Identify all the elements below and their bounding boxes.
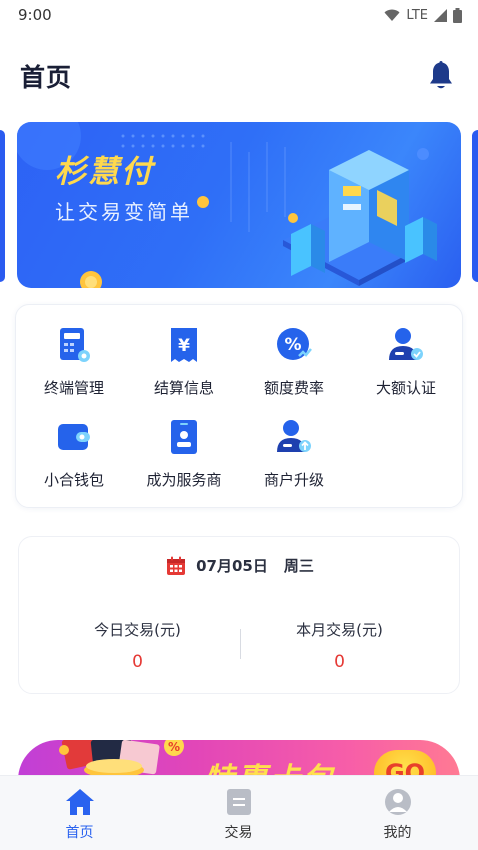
nav-item-transaction[interactable]: 交易 (159, 776, 318, 850)
bell-icon[interactable] (428, 61, 454, 91)
calendar-icon (167, 556, 186, 575)
home-screen: 9:00 LTE 首页 杉慧付 让交易变简单 终端管理 ¥ 结算信息 % 额度费… (0, 0, 478, 850)
date-row: 07月05日 周三 (19, 555, 461, 576)
menu-label: 结算信息 (153, 379, 214, 397)
status-icons: LTE (384, 7, 462, 23)
menu-label: 商户升级 (263, 471, 324, 489)
stats-weekday: 周三 (283, 557, 314, 575)
status-time: 9:00 (18, 6, 52, 24)
nav-label-profile: 我的 (383, 825, 412, 841)
nav-item-home[interactable]: 首页 (0, 776, 159, 850)
network-label: LTE (406, 7, 428, 23)
menu-label: 小合钱包 (43, 471, 104, 489)
page-title: 首页 (20, 63, 73, 92)
bottom-navigation: 首页 交易 我的 (0, 775, 478, 850)
nav-label-transaction: 交易 (224, 825, 253, 841)
banner-subtitle: 让交易变简单 (55, 200, 193, 224)
signal-icon (434, 8, 447, 22)
svg-text:¥: ¥ (178, 336, 190, 356)
menu-item-upgrade[interactable]: 商户升级 (238, 417, 350, 497)
app-header: 首页 (0, 46, 478, 106)
home-icon (65, 789, 94, 815)
menu-label: 终端管理 (43, 379, 104, 397)
svg-text:%: % (168, 740, 180, 754)
menu-item-settlement[interactable]: ¥ 结算信息 (128, 325, 240, 405)
today-stat: 今日交易(元) 0 (27, 619, 248, 672)
wifi-icon (384, 9, 400, 21)
banner-next-peek[interactable] (472, 130, 478, 282)
menu-label: 额度费率 (263, 379, 324, 397)
provider-icon (164, 417, 204, 457)
menu-item-rate[interactable]: % 额度费率 (238, 325, 350, 405)
battery-icon (453, 7, 462, 23)
upgrade-icon (274, 417, 314, 457)
terminal-icon (54, 325, 94, 365)
today-value: 0 (132, 652, 143, 672)
today-label: 今日交易(元) (94, 621, 181, 639)
month-value: 0 (334, 652, 345, 672)
isometric-city-illustration (283, 148, 437, 286)
status-bar: 9:00 LTE (0, 0, 478, 30)
settlement-icon: ¥ (164, 325, 204, 365)
quick-menu-card: 终端管理 ¥ 结算信息 % 额度费率 大额认证 小合钱包 成为服务商 商户升级 (15, 304, 463, 508)
menu-item-verify[interactable]: 大额认证 (350, 325, 462, 405)
verify-icon (386, 325, 426, 365)
menu-label: 成为服务商 (146, 471, 222, 489)
rate-icon: % (274, 325, 314, 365)
month-label: 本月交易(元) (296, 621, 383, 639)
month-stat: 本月交易(元) 0 (229, 619, 450, 672)
banner-title: 杉慧付 (55, 154, 154, 190)
nav-label-home: 首页 (65, 825, 94, 841)
svg-text:%: % (284, 335, 301, 355)
wallet-icon (54, 417, 94, 457)
menu-item-wallet[interactable]: 小合钱包 (18, 417, 130, 497)
menu-label: 大额认证 (375, 379, 436, 397)
menu-item-provider[interactable]: 成为服务商 (128, 417, 240, 497)
stats-date: 07月05日 (196, 557, 268, 575)
transaction-stats-card: 07月05日 周三 今日交易(元) 0 本月交易(元) 0 (18, 536, 460, 694)
menu-item-terminal[interactable]: 终端管理 (18, 325, 130, 405)
transaction-icon (226, 789, 251, 815)
banner-prev-peek[interactable] (0, 130, 5, 282)
promo-banner-carousel[interactable]: 杉慧付 让交易变简单 (17, 122, 461, 288)
profile-icon (384, 789, 411, 815)
nav-item-profile[interactable]: 我的 (318, 776, 477, 850)
